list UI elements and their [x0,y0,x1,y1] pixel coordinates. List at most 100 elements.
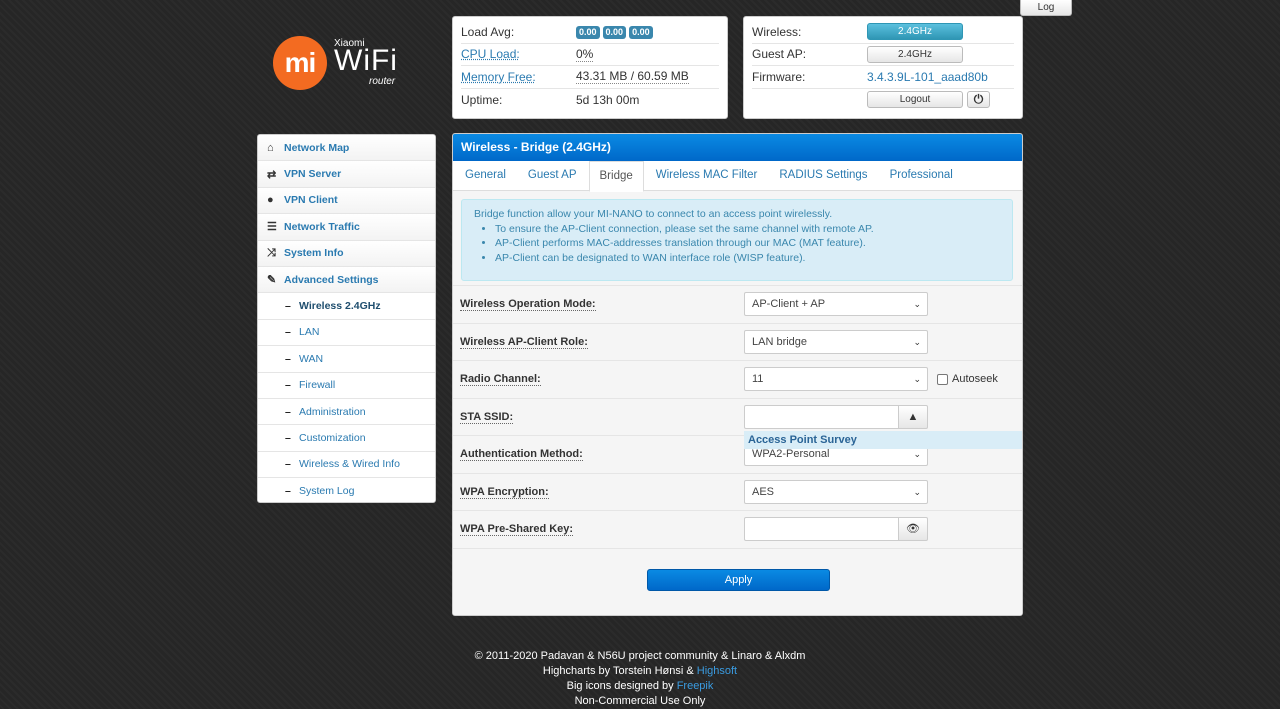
wpa-encryption-value: AES [752,485,775,498]
sidebar-subitem-customization[interactable]: – Customization [258,425,435,452]
tab-wireless-mac-filter[interactable]: Wireless MAC Filter [646,161,768,190]
load-avg-row: Load Avg: 0.00 0.00 0.00 [461,21,719,44]
alert-bullet: AP-Client performs MAC-addresses transla… [495,236,1002,251]
tab-guest-ap[interactable]: Guest AP [518,161,587,190]
wireless-2g-button[interactable]: 2.4GHz [867,23,963,41]
sidebar-subitem-wireless-2g[interactable]: – Wireless 2.4GHz [258,293,435,320]
sidebar-item-vpn-server[interactable]: ⇄ VPN Server [258,161,435,188]
tab-professional[interactable]: Professional [880,161,963,190]
main-panel: Wireless - Bridge (2.4GHz) General Guest… [452,133,1023,616]
memory-free-value: 43.31 MB / 60.59 MB [576,69,689,85]
highsoft-link[interactable]: Highsoft [697,665,737,677]
power-icon[interactable]: ⏻ [967,91,990,109]
dash-icon: – [285,379,291,392]
wireless-row: Wireless: 2.4GHz [752,21,1014,44]
sidebar-subitem-label: WAN [299,352,324,365]
sidebar-subitem-lan[interactable]: – LAN [258,319,435,347]
dash-icon: – [285,458,291,471]
sidebar-menu: ⌂ Network Map ⇄ VPN Server ● VPN Client … [257,134,436,503]
logo-router-text: router [369,76,396,87]
wireless-status-panel: Wireless: 2.4GHz Guest AP: 2.4GHz Firmwa… [743,16,1023,119]
load-avg-5: 0.00 [602,26,627,40]
cpu-load-row: CPU Load: 0% [461,44,719,66]
guest-ap-2g-button[interactable]: 2.4GHz [867,45,963,63]
op-mode-label: Wireless Operation Mode: [460,298,596,312]
wpa-psk-input[interactable] [744,517,899,542]
sidebar-subitem-label: Wireless & Wired Info [299,458,400,471]
guest-ap-label: Guest AP: [752,47,807,62]
sta-ssid-label: STA SSID: [460,410,514,424]
tab-radius-settings[interactable]: RADIUS Settings [769,161,877,190]
ap-client-role-select[interactable]: LAN bridge ⌄ [744,329,928,354]
footer: © 2011-2020 Padavan & N56U project commu… [440,649,840,709]
bridge-form: Wireless Operation Mode: AP-Client + AP … [453,285,1022,615]
wpa-psk-label: WPA Pre-Shared Key: [460,523,574,537]
sidebar-subitem-system-log[interactable]: – System Log [258,478,435,502]
logo-wifi-text: WiFi [334,44,398,77]
sidebar-subitem-wireless-wired-info[interactable]: – Wireless & Wired Info [258,451,435,479]
ap-client-role-row: Wireless AP-Client Role: LAN bridge ⌄ [453,322,1022,360]
logout-button[interactable]: Logout [867,91,963,109]
dash-icon: – [285,326,291,339]
chevron-down-icon: ⌄ [913,299,921,310]
chevron-up-icon[interactable]: ▲ [899,404,928,429]
auth-method-value: WPA2-Personal [752,448,830,461]
sidebar-item-label: Advanced Settings [284,273,379,286]
load-avg-values: 0.00 0.00 0.00 [576,24,656,40]
firmware-row: Firmware: 3.4.3.9L-101_aaad80b [752,66,1014,89]
sidebar-item-vpn-client[interactable]: ● VPN Client [258,187,435,215]
page-title: Wireless - Bridge (2.4GHz) [453,134,1022,161]
sidebar-item-network-map[interactable]: ⌂ Network Map [258,135,435,162]
op-mode-row: Wireless Operation Mode: AP-Client + AP … [453,285,1022,323]
footer-icons: Big icons designed by Freepik [566,680,714,692]
alert-list: To ensure the AP-Client connection, plea… [474,222,1002,266]
footer-copyright: © 2011-2020 Padavan & N56U project commu… [474,650,806,662]
mi-logo-badge: mi [273,36,327,90]
sidebar-subitem-administration[interactable]: – Administration [258,398,435,426]
dash-icon: – [285,431,291,444]
dash-icon: – [285,485,291,498]
wpa-encryption-select[interactable]: AES ⌄ [744,479,928,504]
tab-general[interactable]: General [455,161,516,190]
sidebar-subitem-wan[interactable]: – WAN [258,346,435,373]
alert-bullet: To ensure the AP-Client connection, plea… [495,222,1002,237]
random-icon: ⤨ [267,246,276,259]
sidebar-item-label: Network Map [284,141,350,154]
tab-bridge[interactable]: Bridge [588,161,644,192]
freepik-link[interactable]: Freepik [677,680,714,692]
cpu-load-value: 0% [576,46,594,62]
firmware-version-link[interactable]: 3.4.3.9L-101_aaad80b [867,70,988,84]
chevron-down-icon: ⌄ [913,336,921,347]
wpa-encryption-row: WPA Encryption: AES ⌄ [453,472,1022,510]
sidebar-item-advanced-settings[interactable]: ✎ Advanced Settings [258,266,435,294]
cpu-load-link[interactable]: CPU Load: [461,47,576,61]
log-tab-button[interactable]: Log [1020,0,1072,16]
uptime-row: Uptime: 5d 13h 00m [461,89,719,112]
radio-channel-select[interactable]: 11 ⌄ [744,367,928,392]
tab-bar: General Guest AP Bridge Wireless MAC Fil… [453,161,1022,192]
firmware-label: Firmware: [752,69,806,84]
autoseek-label: Autoseek [952,373,998,386]
sidebar-item-system-info[interactable]: ⤨ System Info [258,240,435,267]
sta-ssid-row: STA SSID: ▲ [453,397,1022,435]
sidebar-item-label: VPN Client [284,194,338,207]
access-point-survey-dropdown[interactable]: Access Point Survey [744,431,1022,449]
sidebar-subitem-firewall[interactable]: – Firewall [258,372,435,399]
eye-icon[interactable]: 👁 [899,517,928,542]
op-mode-select[interactable]: AP-Client + AP ⌄ [744,292,928,317]
checkbox-box[interactable] [937,373,948,385]
sta-ssid-input[interactable] [744,404,899,429]
autoseek-checkbox[interactable]: Autoseek [937,373,998,385]
load-avg-label: Load Avg: [461,24,515,39]
apply-button[interactable]: Apply [647,568,830,591]
retweet-icon: ⇄ [267,168,277,181]
footer-highcharts: Highcharts by Torstein Hønsi & Highsoft [542,665,738,677]
uptime-value: 5d 13h 00m [576,92,640,107]
radio-channel-row: Radio Channel: 11 ⌄ Autoseek [453,360,1022,398]
uptime-label: Uptime: [461,92,503,107]
sidebar-subitem-label: Customization [299,431,366,444]
sidebar-item-label: VPN Server [284,168,342,181]
sidebar-item-network-traffic[interactable]: ☰ Network Traffic [258,214,435,241]
memory-free-link[interactable]: Memory Free: [461,70,576,84]
guest-ap-row: Guest AP: 2.4GHz [752,44,1014,66]
